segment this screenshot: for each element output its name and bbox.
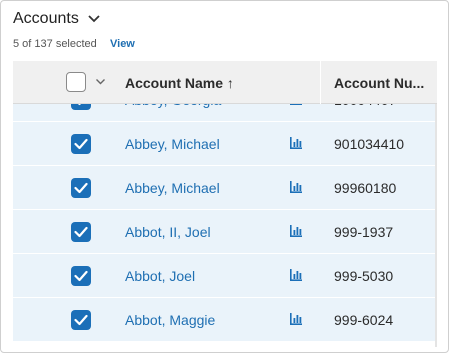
scrollbar[interactable] bbox=[435, 104, 437, 347]
row-checkbox[interactable] bbox=[71, 266, 91, 286]
bar-chart-icon[interactable] bbox=[289, 136, 303, 150]
account-name-link[interactable]: Abbey, Michael bbox=[125, 180, 220, 196]
row-checkbox[interactable] bbox=[71, 310, 91, 330]
account-number: 99960180 bbox=[334, 180, 397, 196]
account-name-link[interactable]: Abbot, Maggie bbox=[125, 312, 215, 328]
panel-title: Accounts bbox=[13, 10, 79, 27]
accounts-table: Account Name ↑ Account Nu... Abbey, Geor… bbox=[13, 61, 437, 347]
accounts-dropdown[interactable]: Accounts bbox=[13, 10, 101, 28]
account-name-link[interactable]: Abbot, Joel bbox=[125, 268, 195, 284]
checkmark-icon bbox=[74, 270, 88, 282]
table-row[interactable]: Abbot, Joel 999-5030 bbox=[13, 254, 437, 298]
view-selected-link[interactable]: View bbox=[110, 38, 135, 50]
row-checkbox[interactable] bbox=[71, 222, 91, 242]
bar-chart-icon[interactable] bbox=[289, 312, 303, 326]
row-checkbox[interactable] bbox=[71, 178, 91, 198]
column-header-account-name[interactable]: Account Name ↑ bbox=[125, 75, 234, 91]
checkmark-icon bbox=[74, 182, 88, 194]
table-header: Account Name ↑ Account Nu... bbox=[13, 61, 437, 104]
table-row[interactable]: Abbey, Michael 99960180 bbox=[13, 166, 437, 210]
bar-chart-icon[interactable] bbox=[289, 224, 303, 238]
row-checkbox[interactable] bbox=[71, 134, 91, 154]
column-divider[interactable] bbox=[320, 61, 321, 104]
table-row[interactable]: Abbot, II, Joel 999-1937 bbox=[13, 210, 437, 254]
checkmark-icon bbox=[74, 138, 88, 150]
account-number: 999-1937 bbox=[334, 224, 394, 240]
account-number: 999-6024 bbox=[334, 312, 394, 328]
table-row[interactable]: Abbey, Michael 901034410 bbox=[13, 122, 437, 166]
table-body: Abbey, Georgia10004407Abbey, Michael9010… bbox=[13, 78, 437, 342]
account-number: 999-5030 bbox=[334, 268, 394, 284]
column-header-account-number[interactable]: Account Nu... bbox=[334, 75, 424, 91]
checkmark-icon bbox=[74, 314, 88, 326]
accounts-panel: Accounts 5 of 137 selected View Account … bbox=[0, 0, 449, 353]
checkmark-icon bbox=[74, 226, 88, 238]
table-row[interactable]: Abbot, Maggie 999-6024 bbox=[13, 298, 437, 342]
account-name-link[interactable]: Abbot, II, Joel bbox=[125, 224, 211, 240]
bar-chart-icon[interactable] bbox=[289, 180, 303, 194]
select-all-checkbox[interactable] bbox=[66, 72, 86, 92]
selection-count: 5 of 137 selected bbox=[13, 38, 97, 50]
bar-chart-icon[interactable] bbox=[289, 268, 303, 282]
chevron-down-icon bbox=[88, 15, 100, 23]
chevron-down-icon[interactable] bbox=[95, 78, 106, 86]
account-name-link[interactable]: Abbey, Michael bbox=[125, 136, 220, 152]
account-number: 901034410 bbox=[334, 136, 405, 152]
